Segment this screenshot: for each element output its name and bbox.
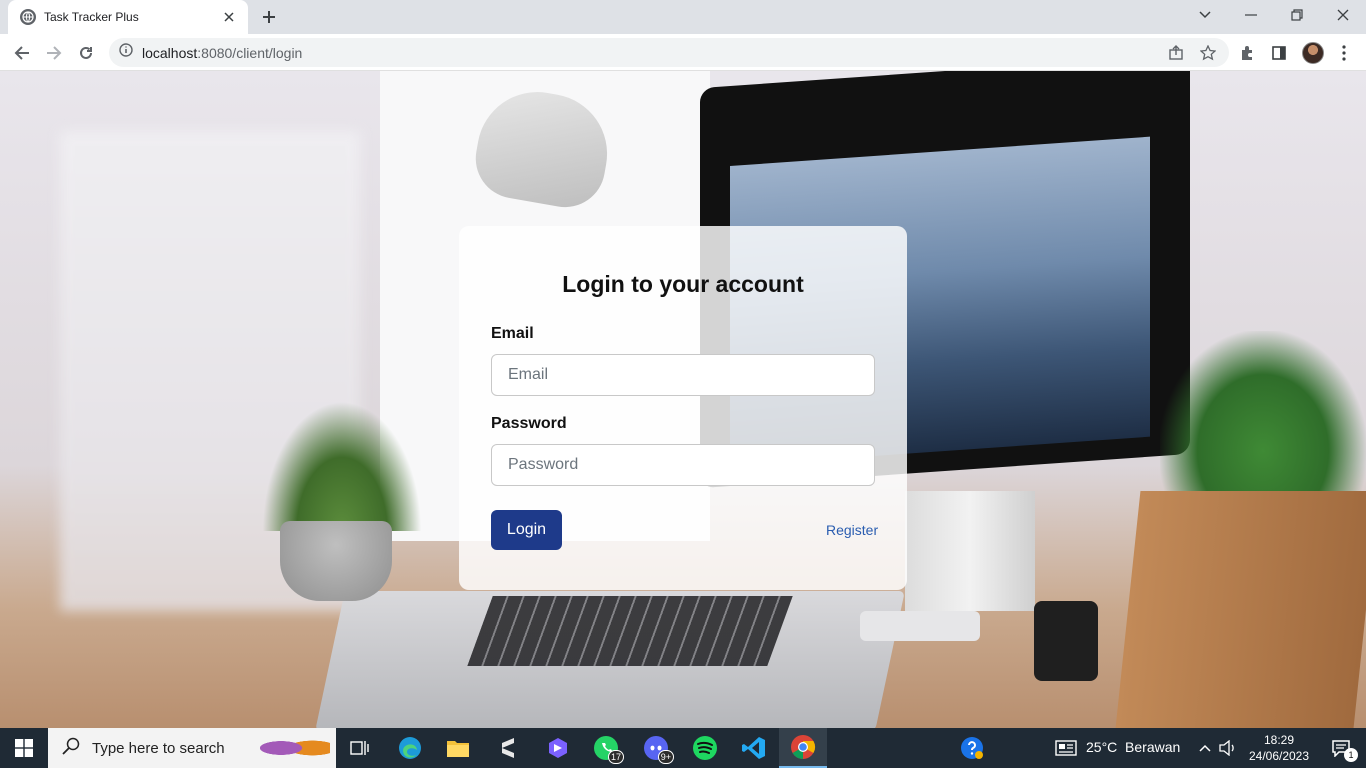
whatsapp-badge: 17 (607, 750, 624, 764)
url-host: localhost (142, 44, 198, 61)
login-card: Login to your account Email Password Log… (459, 226, 907, 590)
clock-date: 24/06/2023 (1248, 749, 1310, 763)
new-tab-icon[interactable] (258, 6, 280, 28)
help-icon[interactable] (948, 728, 996, 768)
task-view-icon[interactable] (336, 728, 384, 768)
clock-time: 18:29 (1263, 733, 1295, 747)
discord-badge: 9+ (657, 750, 674, 764)
browser-tab[interactable]: Task Tracker Plus (8, 0, 248, 34)
edge-icon[interactable] (386, 728, 434, 768)
weather-news-icon[interactable] (1042, 728, 1090, 768)
tab-search-chevron-icon[interactable] (1182, 0, 1228, 30)
windows-start-icon[interactable] (0, 728, 48, 768)
chrome-icon[interactable] (779, 728, 827, 768)
register-link[interactable]: Register (826, 522, 878, 538)
discord-icon[interactable]: 9+ (632, 728, 680, 768)
notifications-icon[interactable]: 1 (1316, 728, 1366, 768)
restore-icon[interactable] (1274, 0, 1320, 30)
file-explorer-icon[interactable] (434, 728, 482, 768)
search-icon (62, 737, 80, 760)
spotify-icon[interactable] (681, 728, 729, 768)
site-info-icon[interactable] (119, 43, 133, 62)
reload-icon[interactable] (72, 39, 100, 67)
tab-strip: Task Tracker Plus (0, 0, 1366, 34)
tab-title: Task Tracker Plus (44, 10, 139, 24)
close-tab-icon[interactable] (220, 8, 238, 26)
background-keyboard (860, 611, 980, 641)
sublime-icon[interactable] (484, 728, 532, 768)
pen-holder (1034, 601, 1098, 681)
vscode-icon[interactable] (730, 728, 778, 768)
globe-icon (20, 9, 36, 25)
back-icon[interactable] (8, 39, 36, 67)
menu-kebab-icon[interactable] (1330, 39, 1358, 67)
notification-count-badge: 1 (1344, 748, 1358, 762)
page-viewport: Login to your account Email Password Log… (0, 71, 1366, 728)
windows-taskbar: Type here to search 17 9+ 25°C Berawan 1… (0, 728, 1366, 768)
profile-avatar[interactable] (1302, 42, 1324, 64)
password-label: Password (491, 415, 567, 432)
system-clock[interactable]: 18:29 24/06/2023 (1244, 732, 1314, 764)
volume-icon[interactable] (1212, 728, 1244, 768)
background-plant-left (262, 401, 422, 531)
wooden-planter (1115, 491, 1366, 728)
whatsapp-icon[interactable]: 17 (582, 728, 630, 768)
taskbar-search-box[interactable]: Type here to search (48, 728, 336, 768)
laptop-keyboard (467, 596, 793, 666)
power-automate-icon[interactable] (534, 728, 582, 768)
plant-pot (280, 521, 392, 601)
extensions-icon[interactable] (1233, 39, 1261, 67)
minimize-icon[interactable] (1228, 0, 1274, 30)
email-label: Email (491, 325, 534, 342)
butterfly-highlight-icon (260, 732, 330, 764)
url-path: :8080/client/login (197, 44, 303, 61)
side-panel-icon[interactable] (1265, 39, 1293, 67)
password-input[interactable] (491, 444, 875, 486)
login-button[interactable]: Login (491, 510, 562, 550)
browser-toolbar: localhost:8080/client/login (0, 34, 1366, 71)
address-bar[interactable]: localhost:8080/client/login (109, 38, 1229, 67)
monitor-stand (905, 491, 1035, 611)
forward-icon[interactable] (40, 39, 68, 67)
search-placeholder: Type here to search (92, 739, 225, 757)
email-input[interactable] (491, 354, 875, 396)
login-heading: Login to your account (562, 271, 804, 297)
share-icon[interactable] (1162, 39, 1190, 67)
url-text: localhost:8080/client/login (142, 45, 302, 61)
close-window-icon[interactable] (1320, 0, 1366, 30)
weather-text[interactable]: 25°C Berawan (1086, 739, 1180, 755)
bookmark-star-icon[interactable] (1194, 39, 1222, 67)
